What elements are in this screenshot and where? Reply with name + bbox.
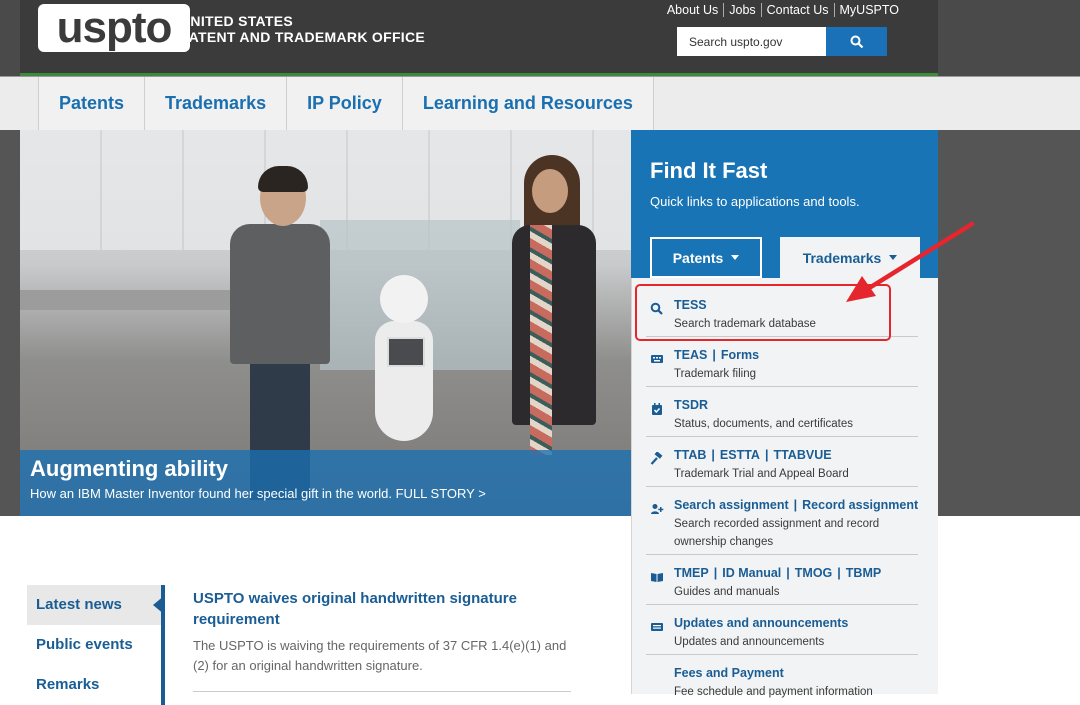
search-icon bbox=[850, 35, 863, 48]
search-button[interactable] bbox=[826, 27, 887, 56]
uspto-logo[interactable]: uspto bbox=[38, 4, 190, 52]
list-item-assignment[interactable]: Search assignment | Record assignment Sear… bbox=[646, 498, 918, 555]
news-tabs: Latest news Public events Remarks bbox=[27, 585, 165, 705]
gavel-icon bbox=[650, 452, 663, 465]
org-name-line2: PATENT AND TRADEMARK OFFICE bbox=[180, 29, 426, 45]
org-name-line1: UNITED STATES bbox=[180, 13, 294, 29]
logo-text: uspto bbox=[56, 3, 173, 52]
item-desc: Trademark filing bbox=[674, 368, 757, 380]
tab-latest-news[interactable]: Latest news bbox=[27, 585, 165, 625]
keyboard-icon bbox=[651, 355, 663, 363]
user-plus-icon bbox=[651, 504, 664, 514]
chevron-down-icon bbox=[731, 255, 740, 260]
hero-title: Augmenting ability bbox=[30, 456, 228, 481]
tab-latest-news-label: Latest news bbox=[36, 596, 122, 613]
article-body: The USPTO is waiving the requirements of… bbox=[193, 638, 567, 673]
list-item-fees[interactable]: Fees and Payment Fee schedule and paymen… bbox=[646, 666, 918, 704]
hero-caption[interactable]: Augmenting ability How an IBM Master Inv… bbox=[20, 450, 631, 516]
item-desc: Fee schedule and payment information bbox=[674, 686, 873, 698]
list-item-updates[interactable]: Updates and announcements Updates and an… bbox=[646, 616, 918, 655]
book-open-icon bbox=[651, 573, 663, 582]
link-estta[interactable]: ESTTA bbox=[720, 448, 760, 462]
nav-learning-resources[interactable]: Learning and Resources bbox=[401, 77, 654, 130]
nav-patents[interactable]: Patents bbox=[38, 77, 144, 130]
nav-ip-policy[interactable]: IP Policy bbox=[286, 77, 402, 130]
link-id-manual[interactable]: ID Manual bbox=[722, 566, 781, 580]
news-article: USPTO waives original handwritten signat… bbox=[193, 588, 573, 676]
util-link-myuspto[interactable]: MyUSPTO bbox=[835, 3, 905, 17]
org-name: UNITED STATES PATENT AND TRADEMARK OFFIC… bbox=[180, 13, 425, 45]
link-tmep[interactable]: TMEP bbox=[674, 566, 709, 580]
site-header: uspto UNITED STATES PATENT AND TRADEMARK… bbox=[20, 0, 938, 76]
link-tsdr[interactable]: TSDR bbox=[674, 398, 708, 412]
link-tbmp[interactable]: TBMP bbox=[846, 566, 881, 580]
item-desc: Trademark Trial and Appeal Board bbox=[674, 468, 849, 480]
article-title-link[interactable]: USPTO waives original handwritten signat… bbox=[193, 588, 573, 630]
find-it-fast-title: Find It Fast bbox=[650, 158, 768, 183]
utility-links: About Us Jobs Contact Us MyUSPTO bbox=[662, 3, 904, 17]
link-search-assignment[interactable]: Search assignment bbox=[674, 498, 789, 512]
item-desc: Status, documents, and certificates bbox=[674, 418, 853, 430]
nav-trademarks[interactable]: Trademarks bbox=[144, 77, 286, 130]
hero-banner[interactable]: Augmenting ability How an IBM Master Inv… bbox=[20, 130, 631, 516]
hero-photo-person-right bbox=[502, 155, 602, 485]
site-search bbox=[677, 27, 887, 56]
util-link-jobs[interactable]: Jobs bbox=[724, 3, 762, 17]
link-tmog[interactable]: TMOG bbox=[795, 566, 833, 580]
list-item-tmep[interactable]: TMEP | ID Manual | TMOG | TBMP Guides and manu… bbox=[646, 566, 918, 605]
calendar-check-icon bbox=[652, 403, 662, 415]
newspaper-icon bbox=[651, 623, 663, 631]
link-record-assignment[interactable]: Record assignment bbox=[802, 498, 918, 512]
tab-patents[interactable]: Patents bbox=[650, 237, 762, 278]
link-teas[interactable]: TEAS bbox=[674, 348, 707, 362]
tab-public-events[interactable]: Public events bbox=[27, 625, 165, 665]
active-tab-pointer-icon bbox=[153, 595, 165, 615]
tab-public-events-label: Public events bbox=[36, 636, 133, 653]
find-it-fast-subtitle: Quick links to applications and tools. bbox=[650, 194, 860, 209]
list-item-teas[interactable]: TEAS | Forms Trademark filing bbox=[646, 348, 918, 387]
item-desc: Guides and manuals bbox=[674, 586, 780, 598]
item-desc: Updates and announcements bbox=[674, 636, 825, 648]
tab-remarks-label: Remarks bbox=[36, 676, 100, 693]
list-item-ttab[interactable]: TTAB | ESTTA | TTABVUE Trademark Trial and A… bbox=[646, 448, 918, 487]
hero-subtitle-link[interactable]: How an IBM Master Inventor found her spe… bbox=[30, 486, 486, 501]
annotation-arrow-icon bbox=[846, 221, 975, 302]
util-link-about[interactable]: About Us bbox=[662, 3, 725, 17]
util-link-contact[interactable]: Contact Us bbox=[762, 3, 835, 17]
link-ttabvue[interactable]: TTABVUE bbox=[773, 448, 831, 462]
search-input[interactable] bbox=[677, 27, 826, 56]
list-item-tsdr[interactable]: TSDR Status, documents, and certificates bbox=[646, 398, 918, 437]
tab-patents-label: Patents bbox=[672, 249, 724, 266]
item-desc: Search recorded assignment and record ow… bbox=[674, 518, 880, 548]
link-fees-payment[interactable]: Fees and Payment bbox=[674, 666, 784, 680]
link-updates[interactable]: Updates and announcements bbox=[674, 616, 848, 630]
tab-remarks[interactable]: Remarks bbox=[27, 665, 165, 705]
hero-photo-robot bbox=[370, 275, 440, 445]
article-divider bbox=[193, 691, 571, 692]
link-ttab[interactable]: TTAB bbox=[674, 448, 706, 462]
main-nav: Patents Trademarks IP Policy Learning an… bbox=[38, 77, 654, 130]
link-forms[interactable]: Forms bbox=[721, 348, 759, 362]
